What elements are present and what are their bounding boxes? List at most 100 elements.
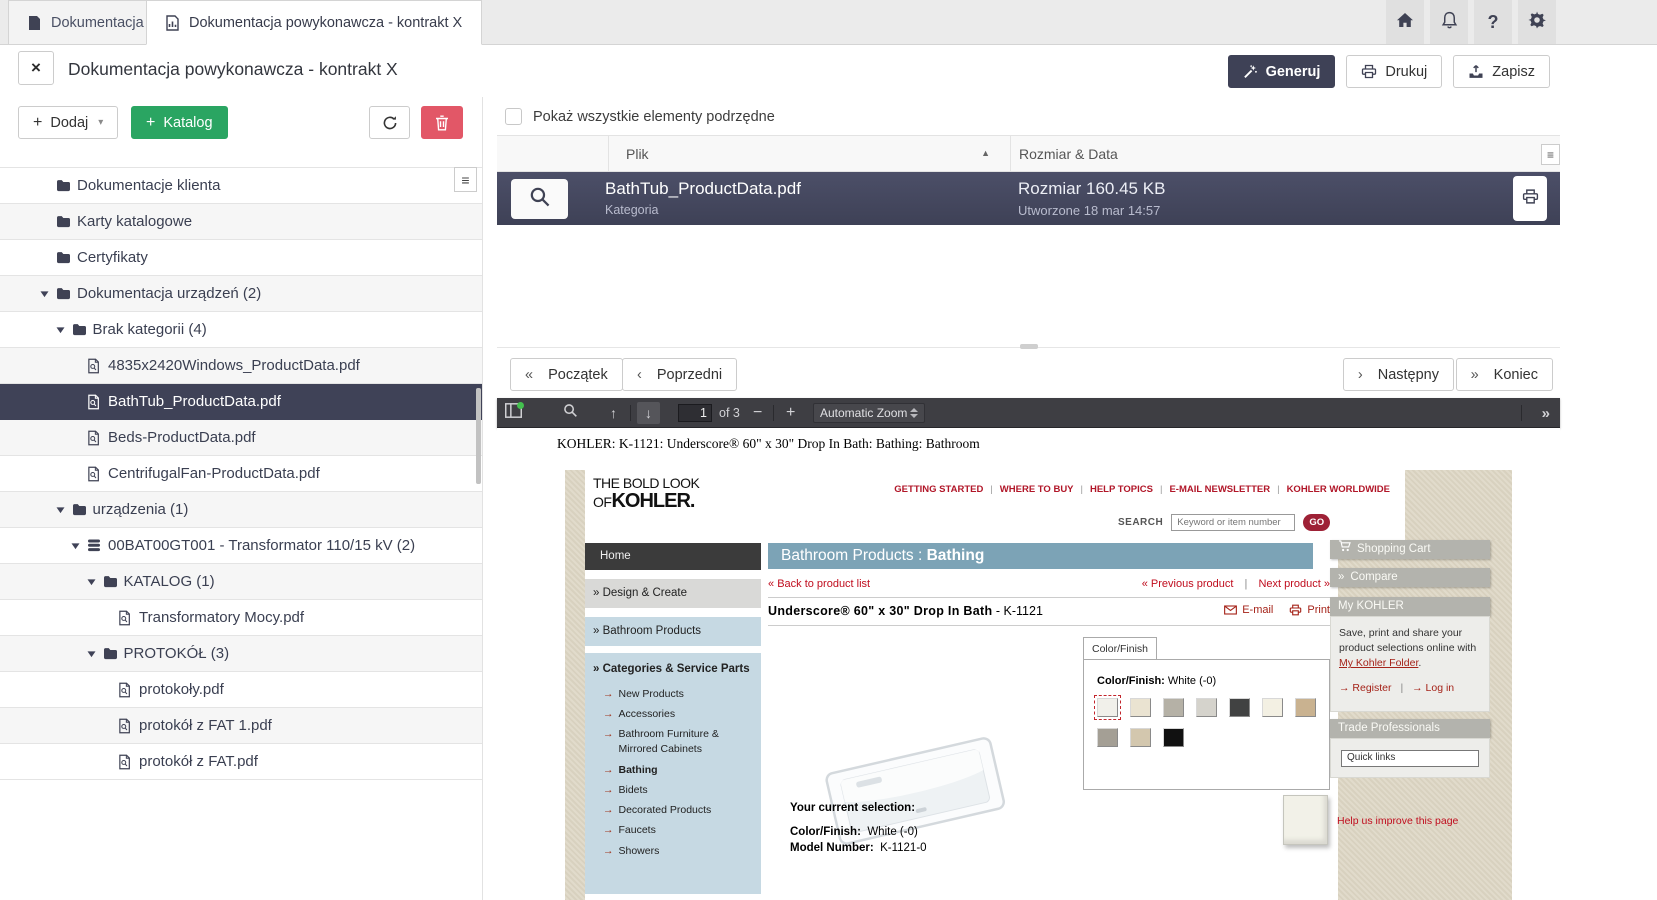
trade-professionals-header[interactable]: Trade Professionals bbox=[1330, 719, 1490, 738]
nav-design-create[interactable]: » Design & Create bbox=[585, 579, 761, 608]
tree-item[interactable]: Dokumentacja urządzeń (2) bbox=[0, 276, 482, 312]
page-prev-button[interactable]: ‹Poprzedni bbox=[622, 358, 737, 391]
tree-item[interactable]: Beds-ProductData.pdf bbox=[0, 420, 482, 456]
column-header-size-date[interactable]: Rozmiar & Data bbox=[1010, 136, 1540, 171]
nav-categories-header[interactable]: » Categories & Service Parts bbox=[593, 661, 755, 678]
page-first-button[interactable]: «Początek bbox=[510, 358, 623, 391]
tree-menu-button[interactable]: ≡ bbox=[454, 167, 477, 192]
tree-scrollbar-thumb[interactable] bbox=[476, 388, 481, 484]
refresh-button[interactable] bbox=[369, 106, 410, 139]
caret-down-icon[interactable] bbox=[71, 542, 87, 550]
tree-item[interactable]: protokół z FAT 1.pdf bbox=[0, 708, 482, 744]
color-swatch[interactable] bbox=[1229, 698, 1250, 717]
tab-color-finish[interactable]: Color/Finish bbox=[1083, 637, 1157, 659]
kohler-nav-item[interactable]: →Bathing bbox=[593, 760, 755, 780]
table-columns-menu-button[interactable]: ≡ bbox=[1541, 144, 1560, 165]
my-kohler-header[interactable]: My KOHLER bbox=[1330, 597, 1490, 616]
kohler-top-link[interactable]: HELP TOPICS bbox=[1090, 484, 1153, 495]
kohler-search-input[interactable] bbox=[1171, 514, 1295, 531]
kohler-top-link[interactable]: KOHLER WORLDWIDE bbox=[1287, 484, 1390, 495]
tree-item[interactable]: 4835x2420Windows_ProductData.pdf bbox=[0, 348, 482, 384]
column-header-file[interactable]: Plik ▲ bbox=[608, 136, 1010, 171]
color-swatch[interactable] bbox=[1295, 698, 1316, 717]
caret-down-icon[interactable] bbox=[40, 290, 56, 298]
color-swatch[interactable] bbox=[1163, 728, 1184, 747]
tree-item[interactable]: protokół z FAT.pdf bbox=[0, 744, 482, 780]
color-swatch[interactable] bbox=[1097, 698, 1118, 717]
kohler-nav-item[interactable]: →Accessories bbox=[593, 704, 755, 724]
caret-down-icon[interactable] bbox=[87, 650, 103, 658]
caret-down-icon[interactable] bbox=[56, 506, 72, 514]
pdf-page-input[interactable] bbox=[678, 404, 712, 422]
preview-button[interactable] bbox=[511, 179, 568, 219]
caret-down-icon[interactable] bbox=[87, 578, 103, 586]
compare-button[interactable]: » Compare bbox=[1330, 568, 1490, 587]
add-catalog-button[interactable]: + Katalog bbox=[131, 106, 228, 139]
close-view-button[interactable]: × bbox=[18, 51, 54, 85]
add-button[interactable]: + Dodaj ▾ bbox=[18, 106, 118, 139]
tree-item[interactable]: PROTOKÓŁ (3) bbox=[0, 636, 482, 672]
table-row-selected[interactable]: BathTub_ProductData.pdf Kategoria Rozmia… bbox=[497, 172, 1560, 225]
nav-home[interactable]: Home bbox=[585, 543, 761, 570]
color-swatch[interactable] bbox=[1163, 698, 1184, 717]
pdf-zoom-in-button[interactable]: + bbox=[786, 398, 795, 428]
tree-item[interactable]: protokoły.pdf bbox=[0, 672, 482, 708]
save-button[interactable]: Zapisz bbox=[1453, 55, 1550, 88]
print-button[interactable]: Drukuj bbox=[1346, 55, 1442, 88]
color-swatch[interactable] bbox=[1262, 698, 1283, 717]
tab-dokumentacja[interactable]: Dokumentacja bbox=[8, 0, 164, 45]
home-button[interactable] bbox=[1386, 0, 1424, 44]
tree-item[interactable]: Karty katalogowe bbox=[0, 204, 482, 240]
caret-down-icon[interactable] bbox=[56, 326, 72, 334]
color-swatch[interactable] bbox=[1130, 698, 1151, 717]
register-link[interactable]: → Register bbox=[1339, 682, 1392, 694]
shopping-cart-button[interactable]: Shopping Cart bbox=[1330, 540, 1490, 559]
tree-item[interactable]: BathTub_ProductData.pdf bbox=[0, 384, 482, 420]
tree-item[interactable]: Brak kategorii (4) bbox=[0, 312, 482, 348]
pdf-page-down-button[interactable]: ↓ bbox=[637, 402, 660, 424]
tree-item[interactable]: 00BAT00GT001 - Transformator 110/15 kV (… bbox=[0, 528, 482, 564]
kohler-top-link[interactable]: E-MAIL NEWSLETTER bbox=[1169, 484, 1270, 495]
pdf-find-button[interactable] bbox=[563, 398, 578, 428]
my-kohler-folder-link[interactable]: My Kohler Folder bbox=[1339, 657, 1418, 669]
color-swatch[interactable] bbox=[1097, 728, 1118, 747]
kohler-nav-item[interactable]: →Faucets bbox=[593, 821, 755, 841]
help-improve-link[interactable]: Help us improve this page bbox=[1337, 815, 1458, 827]
color-swatch[interactable] bbox=[1196, 698, 1217, 717]
settings-button[interactable] bbox=[1518, 0, 1556, 44]
tree-item[interactable]: Certyfikaty bbox=[0, 240, 482, 276]
pdf-zoom-select[interactable]: Automatic Zoom bbox=[813, 403, 925, 423]
kohler-nav-item[interactable]: →Decorated Products bbox=[593, 801, 755, 821]
kohler-top-link[interactable]: WHERE TO BUY bbox=[1000, 484, 1074, 495]
tree-item[interactable]: Dokumentacje klienta bbox=[0, 168, 482, 204]
login-link[interactable]: → Log in bbox=[1412, 682, 1454, 694]
tree-item[interactable]: KATALOG (1) bbox=[0, 564, 482, 600]
previous-product-link[interactable]: « Previous product bbox=[1142, 578, 1234, 590]
notifications-button[interactable] bbox=[1430, 0, 1468, 44]
back-to-list-link[interactable]: « Back to product list bbox=[768, 578, 870, 590]
generate-button[interactable]: Generuj bbox=[1228, 55, 1336, 88]
kohler-top-link[interactable]: GETTING STARTED bbox=[894, 484, 983, 495]
page-next-button[interactable]: ›Następny bbox=[1343, 358, 1454, 391]
pdf-page-up-button[interactable]: ↑ bbox=[610, 398, 617, 428]
help-button[interactable]: ? bbox=[1474, 0, 1512, 44]
kohler-nav-item[interactable]: →Bidets bbox=[593, 780, 755, 800]
delete-button[interactable] bbox=[421, 106, 463, 139]
nav-bathroom-products[interactable]: » Bathroom Products bbox=[585, 617, 761, 646]
kohler-nav-item[interactable]: →Showers bbox=[593, 841, 755, 861]
quick-links-select[interactable]: Quick links bbox=[1341, 750, 1479, 767]
kohler-nav-item[interactable]: →Bathroom Furniture & Mirrored Cabinets bbox=[593, 725, 755, 760]
show-all-checkbox[interactable] bbox=[505, 108, 522, 125]
pdf-zoom-out-button[interactable]: − bbox=[753, 398, 762, 428]
row-print-button[interactable] bbox=[1513, 176, 1547, 221]
search-go-button[interactable]: GO bbox=[1303, 514, 1330, 531]
tree-item[interactable]: Transformatory Mocy.pdf bbox=[0, 600, 482, 636]
next-product-link[interactable]: Next product » bbox=[1258, 578, 1330, 590]
kohler-nav-item[interactable]: →New Products bbox=[593, 684, 755, 704]
tree-item[interactable]: CentrifugalFan-ProductData.pdf bbox=[0, 456, 482, 492]
page-last-button[interactable]: »Koniec bbox=[1456, 358, 1553, 391]
email-link[interactable]: E-mail bbox=[1224, 604, 1273, 616]
color-swatch[interactable] bbox=[1130, 728, 1151, 747]
splitter-handle[interactable] bbox=[1020, 344, 1038, 349]
tree-item[interactable]: urządzenia (1) bbox=[0, 492, 482, 528]
